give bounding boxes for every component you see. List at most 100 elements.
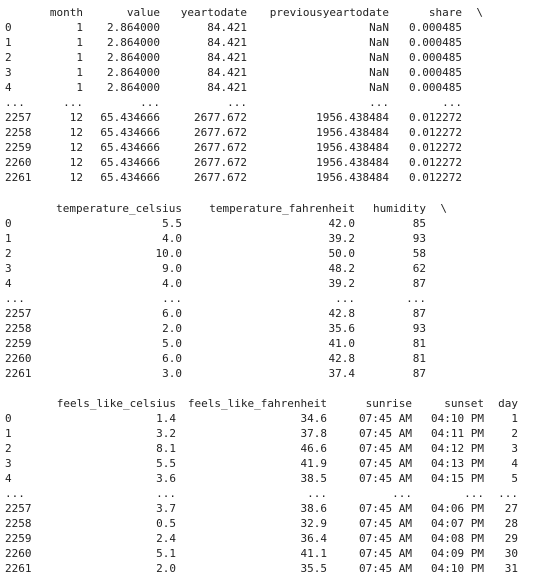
table-cell: 28 (504, 517, 518, 530)
column-header: value (126, 6, 160, 19)
column-header: share (428, 6, 462, 19)
table-cell: 5.0 (162, 337, 182, 350)
table-cell: 2677.672 (194, 126, 247, 139)
row-index: 4 (5, 472, 12, 485)
row-index: 2259 (5, 337, 32, 350)
table-cell: 0.012272 (409, 156, 462, 169)
table-row: 2257 12 65.434666 2677.672 1956.438484 0.0122… (0, 110, 538, 125)
table-cell: 46.6 (300, 442, 328, 455)
table-row: 2260 5.1 41.1 07:45 AM 04:09 PM 30 (0, 546, 538, 561)
row-index: ... (5, 487, 25, 500)
table-row: 0 5.5 42.0 85 (0, 216, 538, 231)
table-cell: 5.5 (162, 217, 182, 230)
table-cell: 07:45 AM (359, 457, 412, 470)
table-cell: 5 (511, 472, 518, 485)
table-cell: 04:10 PM (431, 562, 484, 575)
table-cell: 10.0 (155, 247, 183, 260)
table-cell: 2.0 (156, 562, 176, 575)
table-cell: 85 (412, 217, 426, 230)
table-cell: 65.434666 (100, 171, 160, 184)
header-row: temperature_celsius temperature_fahrenhei… (0, 201, 538, 216)
table-cell: 0.000485 (409, 21, 462, 34)
row-index: 3 (5, 66, 12, 79)
table-cell: 62 (412, 262, 426, 275)
column-header: feels_like_fahrenheit (187, 397, 327, 410)
row-index: 0 (5, 21, 12, 34)
table-cell: 35.5 (300, 562, 328, 575)
table-cell: 2677.672 (194, 156, 247, 169)
table-cell: 42.8 (328, 352, 356, 365)
table-row: 2258 0.5 32.9 07:45 AM 04:07 PM 28 (0, 516, 538, 531)
table-cell: ... (307, 487, 327, 500)
table-cell: 2677.672 (194, 141, 247, 154)
table-row: 2258 2.0 35.6 93 (0, 321, 538, 336)
column-header: previousyeartodate (269, 6, 389, 19)
table-cell: 3 (511, 442, 518, 455)
table-cell: 37.4 (328, 367, 356, 380)
table-cell: 30 (504, 547, 518, 560)
table-cell: 2.864000 (107, 36, 160, 49)
row-index: 2259 (5, 532, 32, 545)
table-cell: 48.2 (328, 262, 356, 275)
table-cell: ... (464, 487, 484, 500)
table-cell: 84.421 (207, 36, 247, 49)
table-row: 4 1 2.864000 84.421 NaN 0.000485 (0, 80, 538, 95)
column-header: sunset (444, 397, 484, 410)
table-cell: NaN (369, 66, 389, 79)
row-index: 2261 (5, 171, 32, 184)
table-cell: 3.6 (156, 472, 176, 485)
table-row: 2 10.0 50.0 58 (0, 246, 538, 261)
table-cell: 81 (412, 352, 426, 365)
table-cell: 38.6 (300, 502, 328, 515)
row-index: 2 (5, 247, 12, 260)
table-cell: 65.434666 (100, 141, 160, 154)
table-cell: 0.5 (156, 517, 176, 530)
table-cell: NaN (369, 51, 389, 64)
table-cell: 12 (69, 171, 83, 184)
table-cell: 41.1 (300, 547, 328, 560)
table-cell: 07:45 AM (359, 532, 412, 545)
table-cell: 12 (69, 126, 83, 139)
table-cell: 84.421 (207, 51, 247, 64)
row-index: 2257 (5, 111, 32, 124)
table-cell: 37.8 (300, 427, 328, 440)
table-row: 2257 6.0 42.8 87 (0, 306, 538, 321)
table-cell: ... (392, 487, 412, 500)
row-index: 0 (5, 412, 12, 425)
table-cell: 04:11 PM (431, 427, 484, 440)
table-cell: ... (140, 96, 160, 109)
table-cell: 93 (412, 322, 426, 335)
table-cell: 32.9 (300, 517, 328, 530)
table-cell: 65.434666 (100, 156, 160, 169)
row-index: 2261 (5, 562, 32, 575)
table-cell: 84.421 (207, 66, 247, 79)
table-cell: 65.434666 (100, 126, 160, 139)
table-cell: 1 (76, 66, 83, 79)
table-cell: 3.0 (162, 367, 182, 380)
table-cell: NaN (369, 36, 389, 49)
table-cell: 2677.672 (194, 171, 247, 184)
row-index: 2260 (5, 352, 32, 365)
table-cell: 07:45 AM (359, 562, 412, 575)
table-row: 3 5.5 41.9 07:45 AM 04:13 PM 4 (0, 456, 538, 471)
table-cell: 07:45 AM (359, 517, 412, 530)
table-cell: 04:07 PM (431, 517, 484, 530)
table-cell: 1.4 (156, 412, 176, 425)
table-row: 2260 6.0 42.8 81 (0, 351, 538, 366)
table-row: 2261 3.0 37.4 87 (0, 366, 538, 381)
row-index: 1 (5, 427, 12, 440)
table-cell: 07:45 AM (359, 502, 412, 515)
table-row: 2 8.1 46.6 07:45 AM 04:12 PM 3 (0, 441, 538, 456)
row-index: 4 (5, 277, 12, 290)
table-cell: 42.8 (328, 307, 356, 320)
table-cell: 42.0 (328, 217, 356, 230)
table-cell: 0.012272 (409, 141, 462, 154)
table-cell: 81 (412, 337, 426, 350)
table-cell: ... (156, 487, 176, 500)
table-cell: ... (335, 292, 355, 305)
table-cell: 07:45 AM (359, 442, 412, 455)
table-cell: ... (369, 96, 389, 109)
row-index: 2261 (5, 367, 32, 380)
table-cell: 29 (504, 532, 518, 545)
table-cell: 3.7 (156, 502, 176, 515)
